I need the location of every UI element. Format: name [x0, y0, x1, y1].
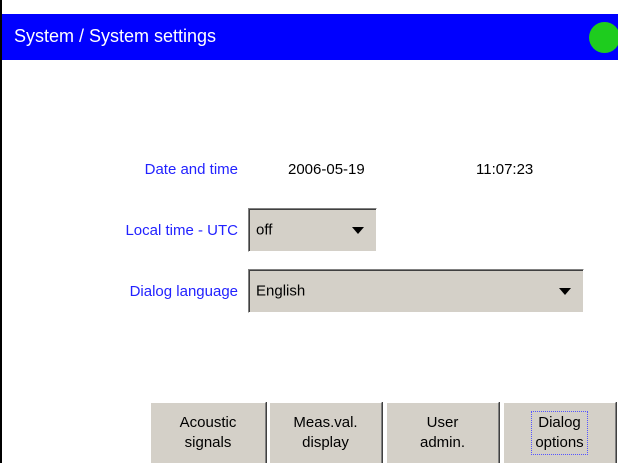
dialog-options-button-label: Dialog options [531, 411, 588, 455]
button-label-line1: User [426, 414, 459, 431]
acoustic-signals-button-label: Acoustic signals [180, 413, 237, 453]
language-label: Dialog language [129, 283, 238, 300]
button-label-line2: options [535, 434, 584, 451]
utc-dropdown-value: off [256, 221, 273, 239]
button-label-line1: Acoustic [179, 414, 237, 431]
date-value: 2006-05-19 [288, 161, 365, 178]
meas-val-display-button[interactable]: Meas.val. display [269, 402, 382, 463]
user-admin-button-label: User admin. [420, 413, 465, 453]
page-title: System / System settings [14, 26, 217, 46]
button-label-line2: admin. [419, 434, 466, 451]
meas-val-display-button-label: Meas.val. display [293, 413, 357, 453]
time-value: 11:07:23 [476, 161, 534, 178]
user-admin-button[interactable]: User admin. [386, 402, 499, 463]
button-label-line1: Dialog [538, 414, 581, 431]
language-dropdown-value: English [256, 282, 306, 300]
utc-dropdown[interactable]: off [248, 208, 377, 252]
chevron-down-icon[interactable] [352, 227, 364, 234]
utc-label: Local time - UTC [125, 222, 238, 239]
button-label-line2: display [302, 434, 349, 451]
acoustic-signals-button[interactable]: Acoustic signals [150, 402, 266, 463]
date-time-label: Date and time [144, 161, 238, 178]
title-bar: System / System settings [2, 14, 618, 60]
status-indicator-icon [589, 22, 618, 53]
button-label-line1: Meas.val. [293, 414, 358, 431]
button-label-line2: signals [184, 434, 232, 451]
language-dropdown[interactable]: English [248, 269, 584, 313]
chevron-down-icon[interactable] [559, 288, 571, 295]
dialog-options-button[interactable]: Dialog options [503, 402, 616, 463]
window-left-border [0, 0, 2, 463]
settings-window: System / System settings Date and time 2… [0, 0, 618, 463]
